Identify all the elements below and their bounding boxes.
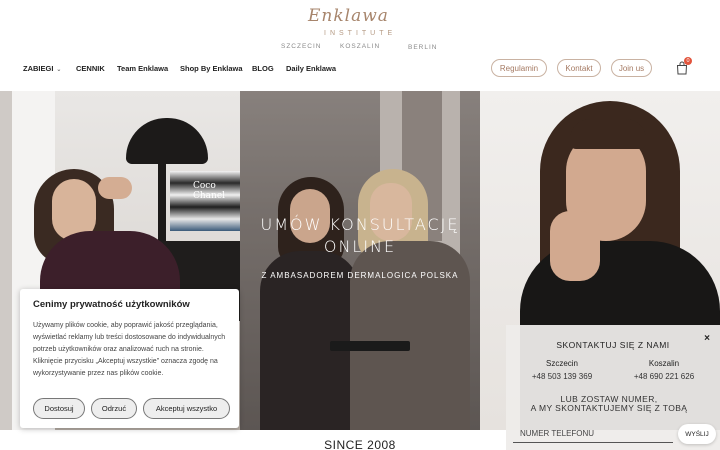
contact-line2: A MY SKONTAKTUJEMY SIĘ Z TOBĄ — [530, 403, 688, 413]
city-szczecin[interactable]: SZCZECIN — [281, 43, 322, 50]
join-us-button[interactable]: Join us — [611, 59, 652, 77]
hero-title: UMÓW KONSULTACJĘ ONLINE — [240, 214, 480, 258]
regulamin-button[interactable]: Regulamin — [491, 59, 547, 77]
nav-item-cennik[interactable]: CENNIK — [76, 64, 105, 73]
contact-phone-koszalin[interactable]: +48 690 221 626 — [624, 372, 704, 381]
kontakt-button[interactable]: Kontakt — [557, 59, 601, 77]
contact-phone-szczecin[interactable]: +48 503 139 369 — [522, 372, 602, 381]
nav-item-blog[interactable]: BLOG — [252, 64, 274, 73]
cookie-title: Cenimy prywatność użytkowników — [33, 299, 190, 310]
city-koszalin[interactable]: KOSZALIN — [340, 43, 380, 50]
hero-photo-center — [240, 91, 480, 430]
hero-title-line2: ONLINE — [323, 237, 397, 256]
nav-item-shop[interactable]: Shop By Enklawa — [180, 64, 243, 73]
hero-subtitle: Z AMBASADOREM DERMALOGICA POLSKA — [261, 271, 459, 280]
phone-number-input[interactable] — [513, 425, 673, 443]
hero-title-line1: UMÓW KONSULTACJĘ — [260, 215, 460, 234]
cookie-reject-button[interactable]: Odrzuć — [91, 398, 137, 419]
book-title: Coco Chanel — [193, 181, 226, 201]
city-berlin[interactable]: BERLIN — [408, 44, 437, 51]
logo[interactable]: Enklawa INSTITUTE — [308, 6, 408, 42]
contact-city-koszalin: Koszalin — [648, 359, 680, 368]
cookie-buttons: Dostosuj Odrzuć Akceptuj wszystko — [33, 398, 230, 419]
nav-item-team[interactable]: Team Enklawa — [117, 64, 168, 73]
cart-count-badge: 0 — [684, 57, 692, 65]
since-text: SINCE 2008 — [324, 438, 396, 450]
contact-widget: × SKONTAKTUJ SIĘ Z NAMI Szczecin +48 503… — [506, 325, 720, 450]
cookie-text: Używamy plików cookie, aby poprawić jako… — [33, 322, 226, 377]
contact-city-szczecin: Szczecin — [545, 359, 578, 368]
logo-script: Enklawa — [308, 6, 389, 26]
nav-item-zabiegi[interactable]: ZABIEGI ⌄ — [23, 64, 61, 73]
contact-title: SKONTAKTUJ SIĘ Z NAMI — [556, 340, 670, 350]
close-icon[interactable]: × — [704, 333, 710, 344]
cookie-customize-button[interactable]: Dostosuj — [33, 398, 85, 419]
chevron-down-icon: ⌄ — [56, 67, 62, 73]
logo-subtitle: INSTITUTE — [324, 30, 397, 37]
send-button[interactable]: WYŚLIJ — [678, 424, 716, 444]
nav-item-daily[interactable]: Daily Enklawa — [286, 64, 336, 73]
cookie-accept-button[interactable]: Akceptuj wszystko — [143, 398, 230, 419]
nav-label-zabiegi: ZABIEGI — [23, 64, 54, 73]
cookie-consent-panel: Cenimy prywatność użytkowników Używamy p… — [20, 289, 239, 428]
site-header: Enklawa INSTITUTE SZCZECIN KOSZALIN BERL… — [0, 0, 720, 91]
